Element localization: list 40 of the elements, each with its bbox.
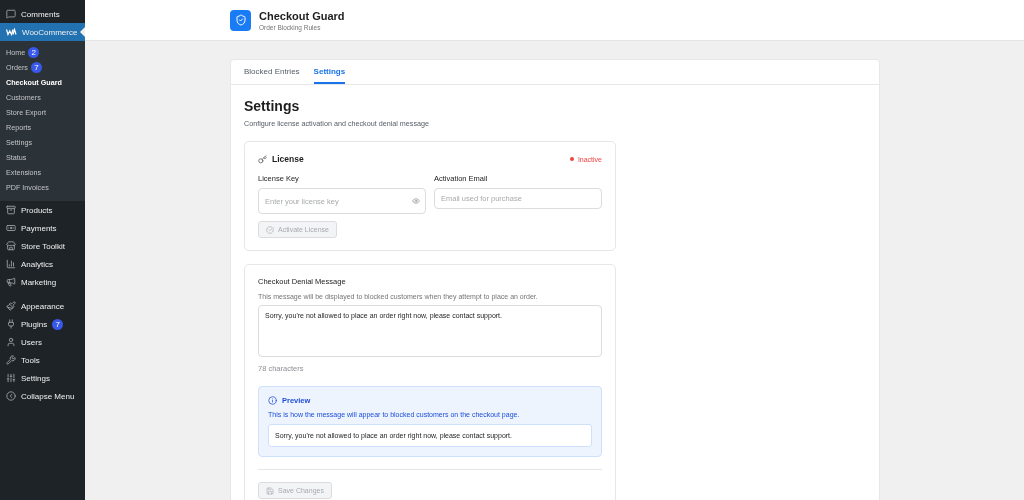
bar-chart-icon xyxy=(6,259,16,269)
woo-logo-icon xyxy=(6,28,17,36)
menu-item[interactable]: Appearance xyxy=(0,297,85,315)
dollar-icon xyxy=(6,223,16,233)
menu-item[interactable]: Users xyxy=(0,333,85,351)
menu-item[interactable]: Collapse Menu xyxy=(0,387,85,405)
menu-item[interactable]: Plugins 7 xyxy=(0,315,85,333)
save-icon xyxy=(266,486,274,495)
app-title: Checkout Guard xyxy=(259,9,345,22)
menu-item[interactable]: Analytics xyxy=(0,255,85,273)
plug-icon xyxy=(6,319,16,329)
sliders-icon xyxy=(6,373,16,383)
info-icon xyxy=(268,396,277,405)
check-circle-icon xyxy=(266,225,274,234)
menu-item[interactable]: Products xyxy=(0,201,85,219)
menu-item[interactable]: Comments xyxy=(0,5,85,23)
eye-icon[interactable] xyxy=(412,197,420,205)
count-badge: 7 xyxy=(30,62,42,73)
paintbrush-icon xyxy=(6,301,16,311)
menu-item[interactable]: Payments xyxy=(0,219,85,237)
menu-item[interactable]: Settings xyxy=(0,369,85,387)
tab[interactable]: Blocked Entries xyxy=(244,60,300,84)
count-badge: 2 xyxy=(28,47,40,58)
key-icon xyxy=(258,154,267,164)
comment-icon xyxy=(6,9,16,19)
page-heading: Settings xyxy=(244,98,301,114)
section-title: License xyxy=(272,154,304,164)
storefront-icon xyxy=(6,241,16,251)
user-icon xyxy=(6,337,16,347)
menu-item[interactable]: WooCommerce xyxy=(0,23,85,41)
collapse-icon xyxy=(6,391,16,401)
tab[interactable]: Settings xyxy=(313,60,346,84)
shield-logo-icon xyxy=(230,9,251,31)
menu-item[interactable]: Store Toolkit xyxy=(0,237,85,255)
menu-item[interactable]: Tools xyxy=(0,351,85,369)
wrench-icon xyxy=(6,355,16,365)
box-icon xyxy=(6,205,16,215)
count-badge: 7 xyxy=(52,318,64,330)
menu-item[interactable]: Marketing xyxy=(0,273,85,291)
megaphone-icon xyxy=(6,277,16,287)
